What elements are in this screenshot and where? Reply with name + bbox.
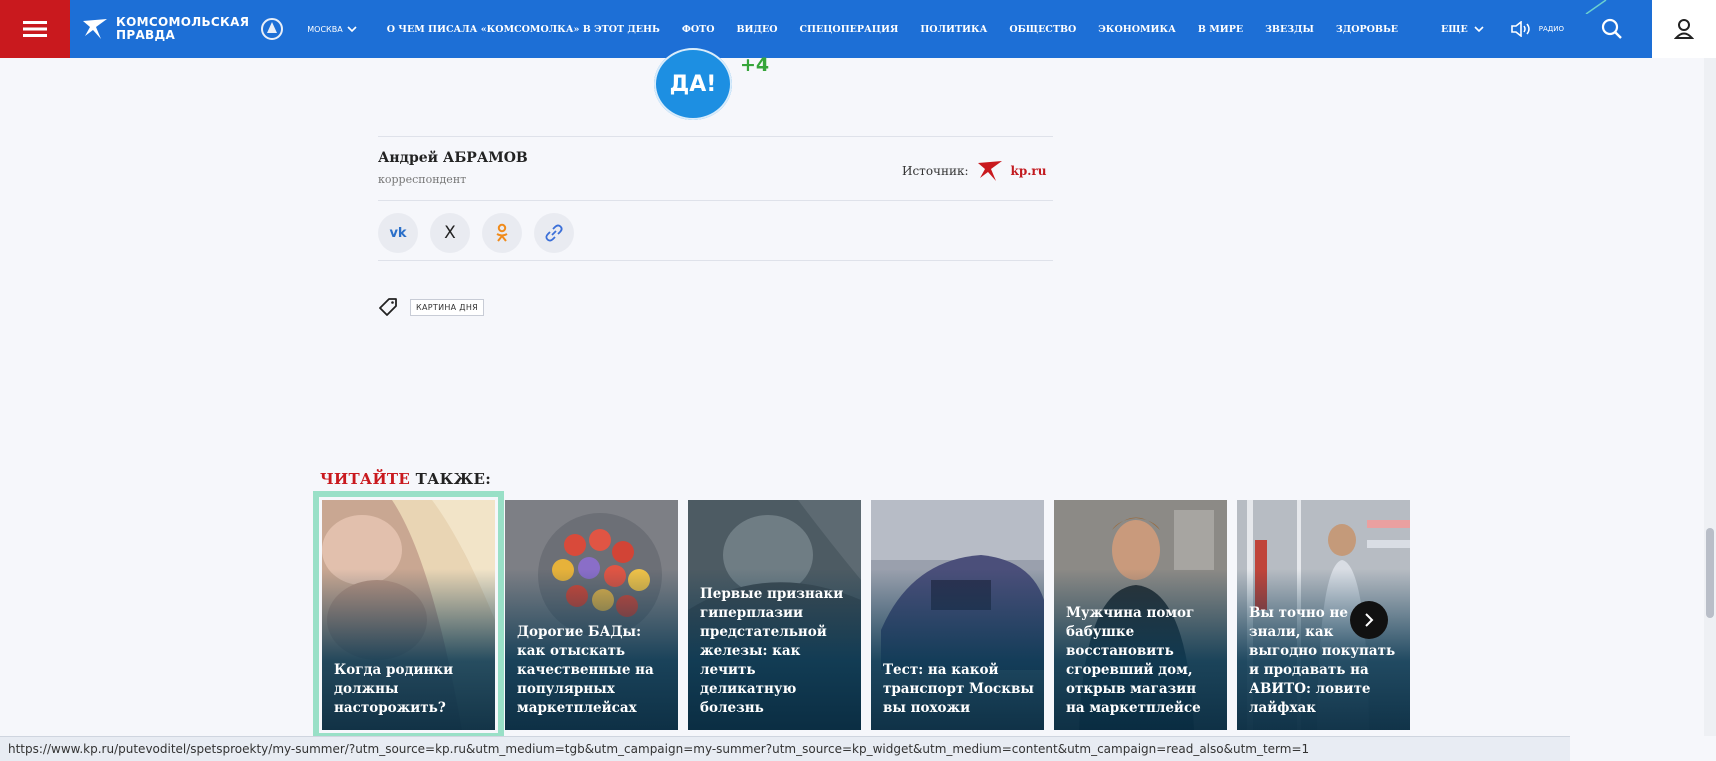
read-also-card[interactable]: Первые признаки гиперплазии предстательн…	[688, 500, 861, 730]
card-title: Первые признаки гиперплазии предстательн…	[700, 586, 844, 716]
nav-item-politics[interactable]: ПОЛИТИКА	[920, 24, 987, 35]
nav-item-health[interactable]: ЗДОРОВЬЕ	[1336, 24, 1398, 35]
status-bar-url: https://www.kp.ru/putevoditel/spetsproek…	[0, 736, 1570, 761]
read-also-card[interactable]: Когда родинки должны насторожить?	[313, 491, 504, 739]
kp-bird-logo-icon	[83, 19, 107, 39]
share-vk-button[interactable]: vk	[378, 213, 418, 253]
card-title: Мужчина помог бабушке восстановить сгоре…	[1066, 605, 1201, 716]
chevron-right-icon	[1365, 613, 1374, 627]
search-icon	[1601, 18, 1622, 39]
city-label: МОСКВА	[307, 24, 343, 34]
user-icon	[1674, 19, 1694, 39]
divider	[378, 136, 1053, 137]
read-also-black: ТАКЖЕ:	[415, 470, 492, 488]
tags-block: КАРТИНА ДНЯ	[378, 297, 485, 317]
card-title: Дорогие БАДы: как отыскать качественные …	[517, 624, 654, 716]
page-scrollbar[interactable]	[1704, 58, 1716, 736]
link-icon	[545, 224, 563, 242]
author-role: корреспондент	[378, 173, 467, 186]
da-reaction-label: ДА!	[669, 71, 717, 97]
hamburger-menu-button[interactable]	[0, 0, 70, 58]
nav-item-economy[interactable]: ЭКОНОМИКА	[1098, 24, 1176, 35]
nav-item-world[interactable]: В МИРЕ	[1198, 24, 1243, 35]
x-icon: X	[444, 223, 456, 243]
read-also-red: ЧИТАЙТЕ	[320, 470, 411, 488]
reaction-block: ДА! +4	[654, 48, 769, 120]
card-title: Тест: на какой транспорт Москвы вы похож…	[883, 662, 1034, 716]
scrollbar-thumb[interactable]	[1706, 528, 1714, 618]
share-ok-button[interactable]	[482, 213, 522, 253]
city-selector[interactable]: МОСКВА	[307, 24, 357, 34]
read-also-card[interactable]: Мужчина помог бабушке восстановить сгоре…	[1054, 500, 1227, 730]
kp-logo[interactable]: Комсомольская правда	[82, 16, 285, 42]
hamburger-icon	[23, 21, 47, 37]
decorative-line	[1585, 0, 1607, 14]
carousel-next-button[interactable]	[1350, 601, 1388, 639]
radio-label: РАДИО	[1538, 25, 1564, 33]
nav-item-history[interactable]: О ЧЕМ ПИСАЛА «КОМСОМОЛКА» В ЭТОТ ДЕНЬ	[387, 24, 660, 35]
more-menu-button[interactable]: ЕЩЕ	[1441, 24, 1484, 35]
read-also-card[interactable]: Дорогие БАДы: как отыскать качественные …	[505, 500, 678, 730]
source-link[interactable]: kp.ru	[1011, 164, 1047, 178]
order-badge-icon	[261, 18, 284, 40]
tag-picture-of-day[interactable]: КАРТИНА ДНЯ	[410, 298, 485, 316]
main-nav: О ЧЕМ ПИСАЛА «КОМСОМОЛКА» В ЭТОТ ДЕНЬ ФО…	[387, 24, 1398, 35]
radio-button[interactable]: РАДИО	[1510, 21, 1564, 37]
account-button[interactable]	[1652, 0, 1716, 58]
divider	[378, 260, 1053, 261]
vk-icon: vk	[389, 225, 407, 241]
odnoklassniki-icon	[496, 223, 508, 242]
reaction-count: +4	[740, 54, 770, 76]
kp-bird-logo-icon	[977, 161, 1002, 181]
nav-item-video[interactable]: ВИДЕО	[737, 24, 778, 35]
share-buttons: vk X	[378, 213, 574, 253]
speaker-icon	[1510, 21, 1530, 37]
nav-item-society[interactable]: ОБЩЕСТВО	[1009, 24, 1076, 35]
nav-item-special-operation[interactable]: СПЕЦОПЕРАЦИЯ	[799, 24, 898, 35]
nav-item-photo[interactable]: ФОТО	[682, 24, 715, 35]
read-also-heading: ЧИТАЙТЕ ТАКЖЕ:	[320, 470, 491, 488]
source-label: Источник:	[902, 164, 969, 178]
chevron-down-icon	[1474, 25, 1484, 32]
share-x-button[interactable]: X	[430, 213, 470, 253]
nav-item-stars[interactable]: ЗВЕЗДЫ	[1265, 24, 1314, 35]
read-also-card[interactable]: Тест: на какой транспорт Москвы вы похож…	[871, 500, 1044, 730]
tag-icon	[379, 298, 397, 316]
top-navigation-bar: Комсомольская правда МОСКВА О ЧЕМ ПИСАЛА…	[0, 0, 1716, 58]
author-name[interactable]: Андрей АБРАМОВ	[378, 150, 528, 166]
da-reaction-button[interactable]: ДА!	[654, 48, 732, 120]
more-label: ЕЩЕ	[1441, 23, 1468, 35]
chevron-down-icon	[347, 25, 357, 32]
card-title: Когда родинки должны насторожить?	[334, 662, 454, 716]
logo-line-2: правда	[116, 28, 176, 42]
read-also-carousel: Когда родинки должны насторожить? Дороги…	[313, 491, 1410, 739]
copy-link-button[interactable]	[534, 213, 574, 253]
divider	[378, 200, 1053, 201]
source-info: Источник: kp.ru	[902, 160, 1046, 182]
